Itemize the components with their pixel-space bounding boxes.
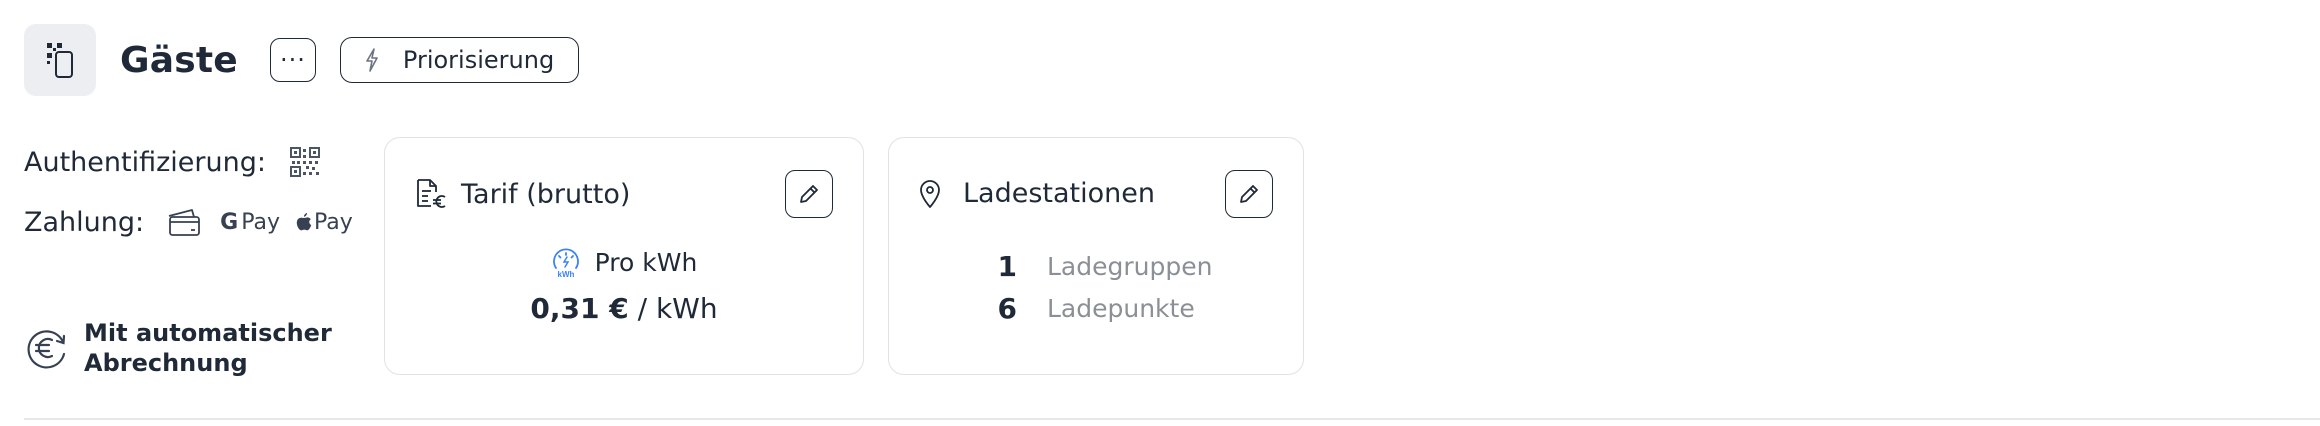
edit-stations-button[interactable]: [1225, 170, 1273, 218]
lightning-icon: [366, 48, 378, 72]
pencil-icon: [1240, 185, 1258, 203]
auto-billing: Mit automatischer Abrechnung: [24, 318, 332, 378]
payment-row: Zahlung: G Pay Pay: [24, 200, 353, 244]
kwh-meter-text: kWh: [557, 270, 574, 278]
credit-card-icon: [166, 207, 202, 237]
auto-billing-line1: Mit automatischer: [84, 319, 332, 347]
qr-code-icon: [289, 147, 320, 177]
info-section: Authentifizierung: Zahlung: G Pay Pay: [24, 140, 353, 244]
priority-label: Priorisierung: [402, 46, 555, 74]
page-title: Gäste: [120, 39, 238, 81]
auto-billing-text: Mit automatischer Abrechnung: [84, 318, 332, 378]
more-options-button[interactable]: ···: [269, 38, 316, 82]
google-pay-label: G Pay: [220, 210, 280, 235]
euro-refresh-icon: [24, 325, 70, 371]
pencil-icon: [800, 185, 818, 203]
qr-phone-icon: [24, 24, 96, 96]
stations-card-title: Ladestationen: [919, 178, 1155, 209]
auto-billing-line2: Abrechnung: [84, 349, 248, 377]
auth-row: Authentifizierung:: [24, 140, 353, 184]
tariff-rate-label: Pro kWh: [594, 247, 698, 277]
groups-stat: 1 Ladegruppen: [995, 246, 1213, 286]
payment-label: Zahlung:: [24, 206, 145, 238]
bottom-divider: [24, 418, 2320, 420]
groups-label: Ladegruppen: [1047, 251, 1213, 281]
tariff-card: Tarif (brutto) kWh Pro kWh 0,31 € / kWh: [384, 137, 864, 375]
groups-count: 1: [997, 249, 1017, 283]
edit-tariff-button[interactable]: [785, 170, 833, 218]
points-stat: 6 Ladepunkte: [995, 288, 1195, 328]
apple-pay-text: Pay: [313, 209, 353, 235]
tariff-card-title: Tarif (brutto): [415, 178, 630, 210]
google-pay-text: Pay: [241, 209, 280, 235]
tariff-body: kWh Pro kWh 0,31 € / kWh: [385, 246, 863, 326]
stations-title: Ladestationen: [963, 178, 1155, 209]
auth-label: Authentifizierung:: [24, 146, 266, 178]
page-header: Gäste ··· Priorisierung: [24, 24, 580, 96]
tariff-price: 0,31 € / kWh: [385, 292, 863, 325]
google-g-icon: G: [220, 209, 239, 235]
tariff-title: Tarif (brutto): [461, 178, 631, 210]
stations-card: Ladestationen 1 Ladegruppen 6 Ladepunkte: [888, 137, 1304, 375]
points-count: 6: [997, 291, 1017, 325]
tariff-price-unit: / kWh: [628, 292, 718, 325]
document-euro-icon: [415, 178, 447, 210]
tariff-price-value: 0,31 €: [530, 292, 629, 325]
points-label: Ladepunkte: [1047, 293, 1195, 323]
location-pin-icon: [919, 179, 941, 209]
apple-icon: [296, 212, 312, 232]
priority-button[interactable]: Priorisierung: [339, 37, 580, 83]
tariff-rate: kWh Pro kWh: [551, 246, 698, 278]
apple-pay-label: Pay: [296, 210, 353, 235]
kwh-meter-icon: kWh: [551, 246, 581, 278]
